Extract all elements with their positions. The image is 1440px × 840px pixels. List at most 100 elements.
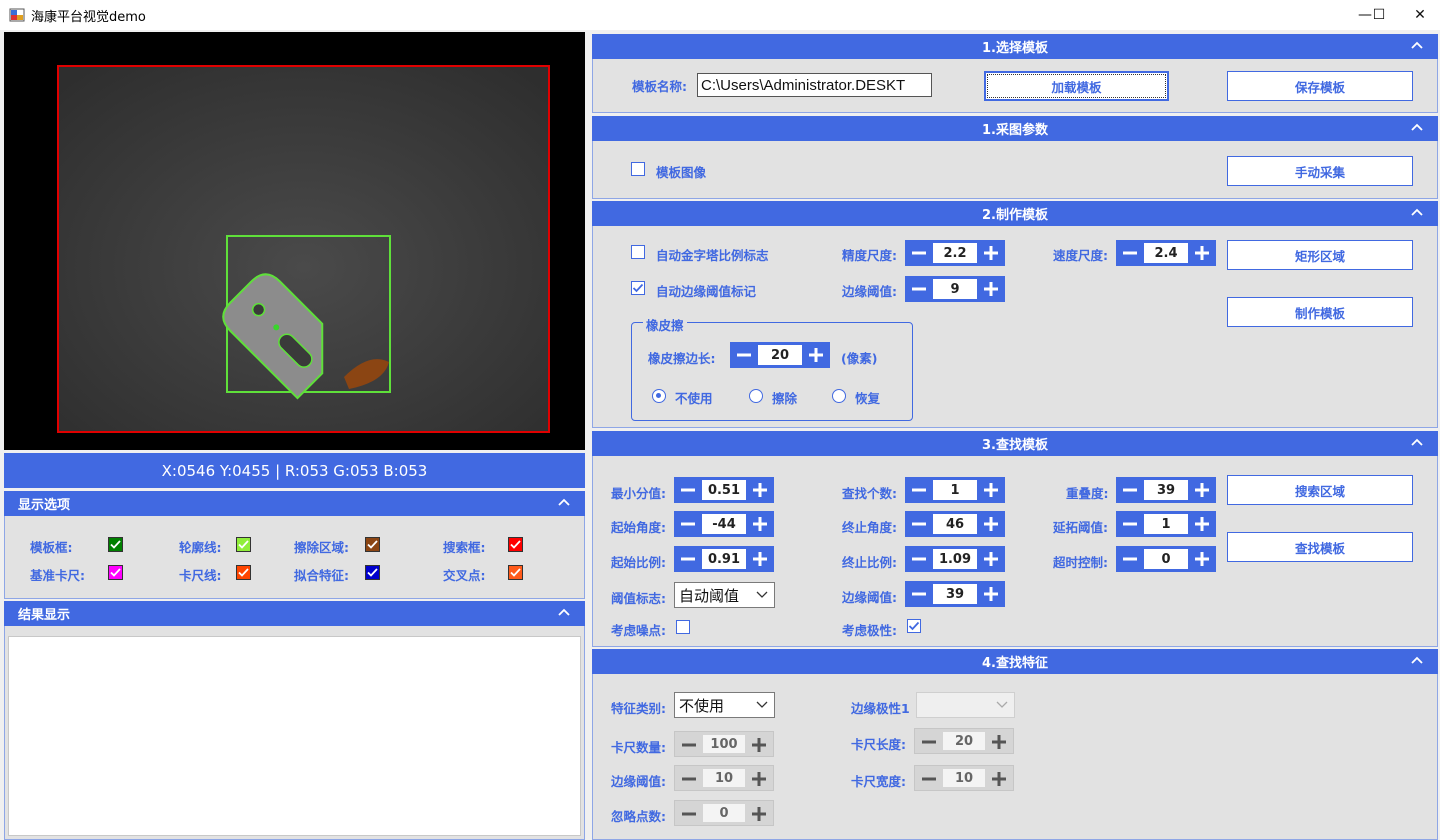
plus-icon[interactable] (746, 511, 774, 537)
plus-icon[interactable] (1188, 546, 1216, 572)
plus-icon[interactable] (977, 581, 1005, 607)
result-textbox[interactable] (8, 636, 581, 836)
plus-icon[interactable] (1188, 240, 1216, 266)
minus-icon[interactable] (675, 801, 703, 827)
plus-icon[interactable] (977, 511, 1005, 537)
minus-icon[interactable] (905, 581, 933, 607)
caliper-length-stepper[interactable]: 20 (914, 728, 1014, 754)
checkbox-contour[interactable] (236, 537, 251, 552)
noise-checkbox[interactable] (676, 620, 690, 634)
rect-region-button[interactable]: 矩形区域 (1227, 240, 1413, 270)
plus-icon[interactable] (746, 477, 774, 503)
checkbox-caliper-line[interactable] (236, 565, 251, 580)
minus-icon[interactable] (905, 477, 933, 503)
search-region-button[interactable]: 搜索区域 (1227, 475, 1413, 505)
load-template-button[interactable]: 加载模板 (984, 71, 1169, 101)
min-score-value[interactable]: 0.51 (702, 480, 746, 500)
eraser-radio-none[interactable] (652, 389, 666, 403)
checkbox-erase-region[interactable] (365, 537, 380, 552)
minus-icon[interactable] (905, 276, 933, 302)
speed-stepper[interactable]: 2.4 (1116, 240, 1216, 266)
display-options-header[interactable]: 显示选项 (4, 491, 585, 516)
minus-icon[interactable] (1116, 546, 1144, 572)
plus-icon[interactable] (977, 546, 1005, 572)
minus-icon[interactable] (915, 729, 943, 755)
close-button[interactable]: ✕ (1400, 0, 1440, 30)
minus-icon[interactable] (1116, 511, 1144, 537)
plus-icon[interactable] (1188, 511, 1216, 537)
image-viewer[interactable] (4, 32, 585, 450)
find-feature-header[interactable]: 4.查找特征 (592, 649, 1438, 674)
caliper-width-stepper[interactable]: 10 (914, 765, 1014, 791)
save-template-button[interactable]: 保存模板 (1227, 71, 1413, 101)
minus-icon[interactable] (1116, 477, 1144, 503)
overlap-value[interactable]: 39 (1144, 480, 1188, 500)
start-angle-value[interactable]: -44 (702, 514, 746, 534)
eraser-side-value[interactable]: 20 (758, 345, 802, 365)
eraser-radio-erase[interactable] (749, 389, 763, 403)
minus-icon[interactable] (674, 511, 702, 537)
count-stepper[interactable]: 1 (905, 477, 1005, 503)
extend-value[interactable]: 1 (1144, 514, 1188, 534)
plus-icon[interactable] (746, 546, 774, 572)
minus-icon[interactable] (675, 732, 703, 758)
plus-icon[interactable] (745, 766, 773, 792)
plus-icon[interactable] (985, 729, 1013, 755)
edge-threshold-value[interactable]: 9 (933, 279, 977, 299)
minus-icon[interactable] (915, 766, 943, 792)
template-image-checkbox[interactable] (631, 162, 645, 176)
minus-icon[interactable] (674, 546, 702, 572)
plus-icon[interactable] (977, 276, 1005, 302)
checkbox-model-frame[interactable] (108, 537, 123, 552)
end-scale-value[interactable]: 1.09 (933, 549, 977, 569)
feature-edge-threshold-value[interactable]: 10 (703, 769, 745, 787)
start-angle-stepper[interactable]: -44 (674, 511, 774, 537)
checkbox-cross-point[interactable] (508, 565, 523, 580)
end-angle-stepper[interactable]: 46 (905, 511, 1005, 537)
end-scale-stepper[interactable]: 1.09 (905, 546, 1005, 572)
checkbox-search-frame[interactable] (508, 537, 523, 552)
timeout-stepper[interactable]: 0 (1116, 546, 1216, 572)
plus-icon[interactable] (745, 801, 773, 827)
edge-threshold-stepper[interactable]: 9 (905, 276, 1005, 302)
caliper-length-value[interactable]: 20 (943, 732, 985, 750)
auto-pyramid-checkbox[interactable] (631, 245, 645, 259)
plus-icon[interactable] (977, 477, 1005, 503)
make-template-header[interactable]: 2.制作模板 (592, 201, 1438, 226)
eraser-radio-restore[interactable] (832, 389, 846, 403)
start-scale-value[interactable]: 0.91 (702, 549, 746, 569)
checkbox-fit-feature[interactable] (365, 565, 380, 580)
plus-icon[interactable] (1188, 477, 1216, 503)
start-scale-stepper[interactable]: 0.91 (674, 546, 774, 572)
capture-params-header[interactable]: 1.采图参数 (592, 116, 1438, 141)
plus-icon[interactable] (745, 732, 773, 758)
minus-icon[interactable] (905, 240, 933, 266)
end-angle-value[interactable]: 46 (933, 514, 977, 534)
auto-edge-checkbox[interactable] (631, 281, 645, 295)
minus-icon[interactable] (675, 766, 703, 792)
timeout-value[interactable]: 0 (1144, 549, 1188, 569)
make-template-button[interactable]: 制作模板 (1227, 297, 1413, 327)
minus-icon[interactable] (730, 342, 758, 368)
polarity-checkbox[interactable] (907, 619, 921, 633)
feature-edge-threshold-stepper[interactable]: 10 (674, 765, 774, 791)
feature-type-select[interactable]: 不使用 (674, 692, 775, 718)
minus-icon[interactable] (905, 511, 933, 537)
plus-icon[interactable] (985, 766, 1013, 792)
find-edge-threshold-value[interactable]: 39 (933, 584, 977, 604)
checkbox-ref-caliper[interactable] (108, 565, 123, 580)
manual-capture-button[interactable]: 手动采集 (1227, 156, 1413, 186)
ignore-points-value[interactable]: 0 (703, 804, 745, 822)
edge-polarity-select[interactable] (916, 692, 1015, 718)
count-value[interactable]: 1 (933, 480, 977, 500)
template-name-field[interactable]: C:\Users\Administrator.DESKT (697, 73, 932, 97)
maximize-button[interactable]: ☐ (1356, 0, 1402, 30)
precision-stepper[interactable]: 2.2 (905, 240, 1005, 266)
select-template-header[interactable]: 1.选择模板 (592, 34, 1438, 59)
caliper-width-value[interactable]: 10 (943, 769, 985, 787)
caliper-count-value[interactable]: 100 (703, 735, 745, 753)
find-template-button[interactable]: 查找模板 (1227, 532, 1413, 562)
find-edge-threshold-stepper[interactable]: 39 (905, 581, 1005, 607)
ignore-points-stepper[interactable]: 0 (674, 800, 774, 826)
speed-value[interactable]: 2.4 (1144, 243, 1188, 263)
